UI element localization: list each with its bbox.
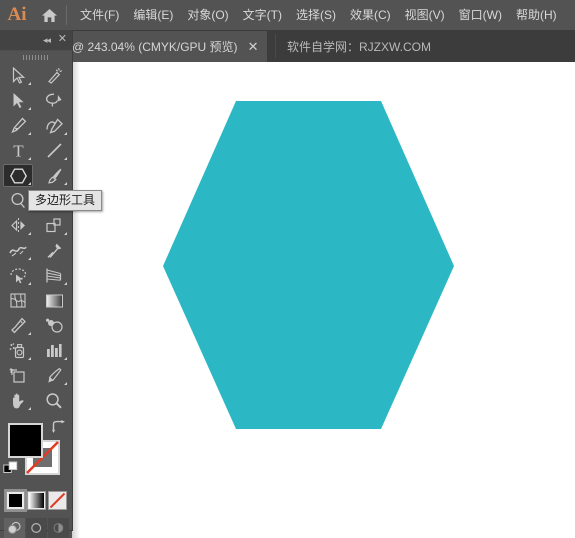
menu-type[interactable]: 文字(T)	[236, 0, 289, 30]
tool-tooltip: 多边形工具	[28, 190, 103, 211]
flyout-indicator	[28, 107, 31, 110]
fill-swatch[interactable]	[8, 423, 43, 458]
svg-text:T: T	[13, 142, 24, 159]
curvature-tool[interactable]	[39, 114, 69, 137]
flyout-indicator	[28, 332, 31, 335]
tools-panel: ◂◂ ✕ T	[0, 30, 73, 538]
width-tool[interactable]	[3, 239, 33, 262]
pen-tool[interactable]	[3, 114, 33, 137]
menu-effect[interactable]: 效果(C)	[343, 0, 398, 30]
color-mode-row	[4, 491, 68, 513]
blend-tool[interactable]	[39, 314, 69, 337]
lasso-tool[interactable]	[39, 89, 69, 112]
draw-normal-icon	[7, 521, 21, 534]
menu-view[interactable]: 视图(V)	[398, 0, 452, 30]
gradient-icon	[28, 493, 44, 508]
tools-panel-header[interactable]: ◂◂ ✕	[0, 30, 72, 51]
color-swatch-mode[interactable]	[5, 491, 25, 510]
paintbrush-tool[interactable]	[39, 164, 69, 187]
line-segment-tool[interactable]	[39, 139, 69, 162]
hexagon-shape[interactable]	[163, 101, 454, 429]
document-tab-title: @ 243.04% (CMYK/GPU 预览)	[72, 40, 238, 54]
artboard-canvas[interactable]	[72, 62, 575, 538]
tools-grid: T	[0, 63, 72, 413]
eyedropper-tool[interactable]	[3, 314, 33, 337]
direct-selection-tool[interactable]	[3, 89, 33, 112]
double-chevron-left-icon[interactable]: ◂◂	[43, 33, 51, 47]
type-tool[interactable]: T	[3, 139, 33, 162]
menu-help[interactable]: 帮助(H)	[509, 0, 564, 30]
symbol-sprayer-tool[interactable]	[3, 339, 33, 362]
draw-behind-mode[interactable]	[25, 518, 47, 538]
none-mode[interactable]	[47, 491, 67, 510]
flyout-indicator	[28, 282, 31, 285]
draw-mode-row	[3, 518, 69, 538]
watermark-text: 软件自学网：RJZXW.COM	[287, 40, 431, 54]
document-tab-bar: @ 243.04% (CMYK/GPU 预览) ✕ 软件自学网：RJZXW.CO…	[0, 30, 575, 62]
flyout-indicator	[28, 407, 31, 410]
free-transform-tool[interactable]	[39, 239, 69, 262]
shape-builder-tool[interactable]	[3, 264, 33, 287]
tab-divider	[275, 34, 276, 58]
none-slash-icon	[49, 492, 65, 509]
zoom-tool[interactable]	[39, 389, 69, 412]
perspective-grid-tool[interactable]	[39, 264, 69, 287]
column-graph-tool[interactable]	[39, 339, 69, 362]
close-icon[interactable]: ✕	[247, 40, 260, 53]
flyout-indicator	[64, 132, 67, 135]
flyout-indicator	[64, 182, 67, 185]
grip-dots	[23, 54, 49, 60]
mesh-tool[interactable]	[3, 289, 33, 312]
slice-tool[interactable]	[39, 364, 69, 387]
swap-fill-stroke-icon[interactable]	[52, 420, 66, 438]
menu-window[interactable]: 窗口(W)	[452, 0, 509, 30]
gradient-mode[interactable]	[26, 491, 46, 510]
gradient-tool[interactable]	[39, 289, 69, 312]
flyout-indicator	[28, 257, 31, 260]
menu-select[interactable]: 选择(S)	[289, 0, 343, 30]
menu-separator	[66, 5, 67, 25]
hand-tool[interactable]	[3, 389, 33, 412]
artwork-layer	[163, 101, 454, 429]
fill-stroke-controls	[0, 419, 72, 487]
default-fill-stroke-icon[interactable]	[3, 461, 18, 481]
draw-inside-icon	[53, 523, 63, 533]
flyout-indicator	[64, 357, 67, 360]
flyout-indicator	[64, 382, 67, 385]
document-tab[interactable]: @ 243.04% (CMYK/GPU 预览) ✕	[64, 31, 267, 62]
watermark-tab: 软件自学网：RJZXW.COM	[277, 31, 441, 62]
draw-inside-mode[interactable]	[47, 518, 69, 538]
solid-color-icon	[8, 494, 22, 507]
artboard-tool[interactable]	[3, 364, 33, 387]
menu-bar: Ai 文件(F) 编辑(E) 对象(O) 文字(T) 选择(S) 效果(C) 视…	[0, 0, 575, 30]
flyout-indicator	[64, 157, 67, 160]
close-icon[interactable]: ✕	[58, 32, 67, 46]
flyout-indicator	[28, 232, 31, 235]
selection-tool[interactable]	[3, 64, 33, 87]
home-icon[interactable]	[34, 0, 64, 30]
drag-grip-handle[interactable]	[0, 51, 72, 63]
flyout-indicator	[28, 82, 31, 85]
flyout-indicator	[28, 132, 31, 135]
draw-normal-mode[interactable]	[3, 518, 25, 538]
menu-object[interactable]: 对象(O)	[180, 0, 235, 30]
flyout-indicator	[28, 157, 31, 160]
menu-file[interactable]: 文件(F)	[73, 0, 126, 30]
flyout-indicator	[64, 282, 67, 285]
magic-wand-tool[interactable]	[39, 64, 69, 87]
flyout-indicator	[64, 232, 67, 235]
illustrator-window: Ai 文件(F) 编辑(E) 对象(O) 文字(T) 选择(S) 效果(C) 视…	[0, 0, 575, 538]
scale-tool[interactable]	[39, 214, 69, 237]
menu-edit[interactable]: 编辑(E)	[126, 0, 180, 30]
rotate-tool[interactable]	[3, 214, 33, 237]
polygon-tool[interactable]	[3, 164, 33, 187]
app-logo: Ai	[7, 4, 27, 25]
flyout-indicator	[28, 357, 31, 360]
draw-behind-icon	[30, 522, 41, 534]
flyout-indicator	[28, 182, 31, 185]
